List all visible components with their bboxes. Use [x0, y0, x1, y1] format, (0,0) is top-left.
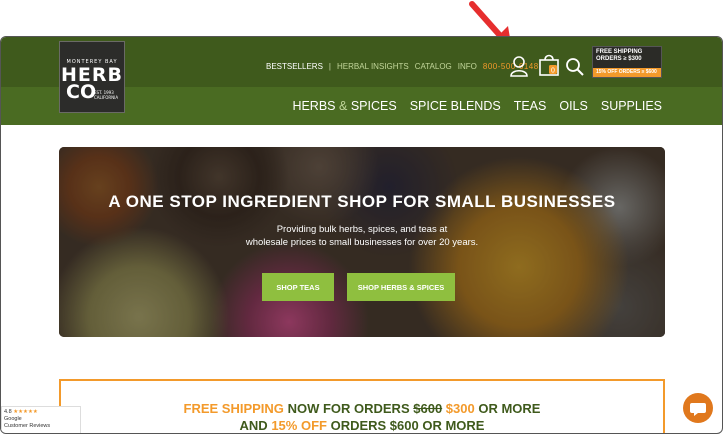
promo-or-more: OR MORE [478, 401, 541, 416]
promo-old-price: $600 [413, 401, 443, 416]
rating-source: Google [4, 416, 22, 422]
badge-line3: 15% OFF ORDERS ≥ $600 [593, 68, 661, 77]
promo-now-for: NOW FOR ORDERS [287, 401, 410, 416]
nav-oils[interactable]: OILS [559, 99, 588, 113]
badge-line1: FREE SHIPPING [596, 49, 643, 55]
search-icon[interactable] [565, 57, 585, 77]
nav-supplies[interactable]: SUPPLIES [601, 99, 662, 113]
promo-line2: AND 15% OFF ORDERS $600 OR MORE [61, 418, 663, 433]
link-info[interactable]: INFO [458, 62, 477, 71]
shop-herbs-spices-button[interactable]: SHOP HERBS & SPICES [347, 273, 455, 301]
promo-and: AND [239, 418, 268, 433]
badge-line2: ORDERS ≥ $300 [596, 56, 642, 62]
browser-viewport: MONTEREY BAY HERB CO EST. 1993 CALIFORNI… [0, 36, 723, 434]
promo-new-price: $300 [445, 401, 475, 416]
site-logo[interactable]: MONTEREY BAY HERB CO EST. 1993 CALIFORNI… [59, 41, 125, 113]
hero-sub-line2: wholesale prices to small businesses for… [245, 237, 479, 248]
link-herbal-insights[interactable]: HERBAL INSIGHTS [337, 62, 409, 71]
nav-herbs-label: HERBS [292, 99, 336, 113]
promo-box: FREE SHIPPING NOW FOR ORDERS $600 $300 O… [59, 379, 665, 433]
nav-herbs-spices[interactable]: HERBS & SPICES [292, 99, 396, 113]
shipping-promo-badge[interactable]: FREE SHIPPING ORDERS ≥ $300 15% OFF ORDE… [592, 46, 662, 78]
shopping-bag-icon[interactable]: 0 [538, 52, 560, 77]
hero-subtitle: Providing bulk herbs, spices, and teas a… [59, 223, 665, 249]
nav-spice-blends[interactable]: SPICE BLENDS [410, 99, 501, 113]
logo-line4: EST. 1993 CALIFORNIA [94, 90, 119, 100]
promo-free-shipping: FREE SHIPPING [183, 401, 284, 416]
chat-glyph-icon [690, 403, 706, 416]
hero-banner: A ONE STOP INGREDIENT SHOP FOR SMALL BUS… [59, 147, 665, 337]
cart-count: 0 [551, 68, 555, 75]
shop-teas-button[interactable]: SHOP TEAS [262, 273, 334, 301]
main-nav: HERBS & SPICES SPICE BLENDS TEAS OILS SU… [292, 99, 662, 113]
link-bestsellers[interactable]: BESTSELLERS [266, 62, 323, 71]
nav-teas[interactable]: TEAS [514, 99, 547, 113]
link-catalog[interactable]: CATALOG [415, 62, 452, 71]
account-user-icon[interactable] [509, 55, 529, 77]
nav-spices-label: SPICES [350, 99, 397, 113]
rating-stars-icon: ★★★★★ [13, 409, 38, 415]
promo-pct-off: 15% OFF [271, 418, 327, 433]
promo-orders-600: ORDERS $600 OR MORE [330, 418, 485, 433]
utility-links: BESTSELLERS | HERBAL INSIGHTS CATALOG IN… [266, 62, 539, 71]
hero-sub-line1: Providing bulk herbs, spices, and teas a… [276, 224, 448, 235]
nav-amp: & [339, 99, 348, 113]
chat-bubble-icon[interactable] [683, 393, 713, 423]
google-rating-badge[interactable]: 4.8 ★★★★★ Google Customer Reviews [1, 406, 81, 433]
promo-line1: FREE SHIPPING NOW FOR ORDERS $600 $300 O… [61, 401, 663, 416]
rating-label: Customer Reviews [4, 423, 51, 429]
rating-score: 4.8 [4, 409, 12, 415]
divider: | [328, 62, 331, 71]
hero-title: A ONE STOP INGREDIENT SHOP FOR SMALL BUS… [108, 192, 616, 211]
